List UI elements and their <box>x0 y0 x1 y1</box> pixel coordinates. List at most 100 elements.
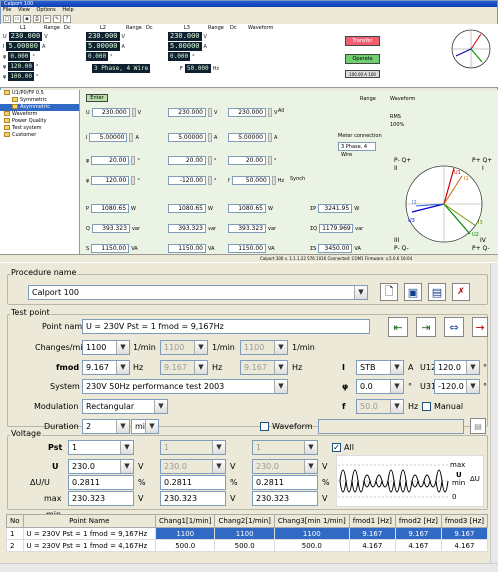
chevron-down-icon[interactable]: ▼ <box>390 380 403 393</box>
manual-checkbox[interactable] <box>422 402 431 411</box>
fmod3-select[interactable]: 9.167 ▼ <box>240 360 288 375</box>
u3-select[interactable]: 230.0 ▼ <box>252 459 318 474</box>
chevron-down-icon[interactable]: ▼ <box>154 400 167 413</box>
col-chang2[interactable]: Chang2[1/min] <box>214 514 275 528</box>
tool-icon[interactable]: ✎ <box>53 15 61 23</box>
col-fmod3[interactable]: fmod3 [Hz] <box>440 514 489 528</box>
changes1-select[interactable]: 1100 ▼ <box>82 340 130 355</box>
enter-button[interactable]: Enter <box>86 94 108 102</box>
pst3-select[interactable]: 1 ▼ <box>252 440 318 455</box>
i2-spinner[interactable] <box>208 133 212 142</box>
print-icon[interactable]: ⎙ <box>33 15 41 23</box>
chevron-down-icon[interactable]: ▼ <box>194 361 207 374</box>
new-document-icon[interactable]: 🗋 <box>380 283 398 301</box>
pst2-select[interactable]: 1 ▼ <box>160 440 226 455</box>
meter-connection-select[interactable]: 3 Phase, 4 Wire <box>338 142 376 158</box>
fmod2-select[interactable]: 9.167 ▼ <box>160 360 208 375</box>
phi2-spinner[interactable] <box>208 156 212 165</box>
chevron-down-icon[interactable]: ▼ <box>116 361 129 374</box>
phi3-spinner[interactable] <box>268 156 272 165</box>
col-fmod2[interactable]: fmod2 [Hz] <box>394 514 442 528</box>
tree-symmetric[interactable]: Symmetric <box>0 97 79 104</box>
modulation-select[interactable]: Rectangular ▼ <box>82 399 168 414</box>
tree-asymmetric[interactable]: Asymmetric <box>0 104 79 111</box>
menu-help[interactable]: Help <box>62 7 73 13</box>
col-fmod1[interactable]: fmod1 [Hz] <box>348 514 396 528</box>
current-select[interactable]: STB ▼ <box>356 360 404 375</box>
u2-spinner[interactable] <box>208 108 212 117</box>
help-icon[interactable]: ? <box>63 15 71 23</box>
chevron-down-icon[interactable]: ▼ <box>274 361 287 374</box>
u1-input[interactable]: 230.000 <box>91 108 130 117</box>
pst1-select[interactable]: 1 ▼ <box>68 440 134 455</box>
chevron-down-icon[interactable]: ▼ <box>194 341 207 354</box>
duration-select[interactable]: 2 ▼ <box>82 419 130 434</box>
chevron-down-icon[interactable]: ▼ <box>390 400 403 413</box>
cut-icon[interactable]: ✂ <box>43 15 51 23</box>
chevron-down-icon[interactable]: ▼ <box>145 420 158 433</box>
s1-input[interactable]: 1150.00 <box>91 244 130 253</box>
operate-button[interactable]: Operate <box>345 54 380 64</box>
p1-input[interactable]: 1080.65 <box>91 204 130 213</box>
chevron-down-icon[interactable]: ▼ <box>466 380 479 393</box>
phi1-input[interactable]: 20.00 <box>91 156 130 165</box>
add-point-icon[interactable]: ⇥ <box>416 317 436 337</box>
waveform-checkbox[interactable] <box>260 422 269 431</box>
chevron-down-icon[interactable]: ▼ <box>274 380 287 393</box>
menu-options[interactable]: Options <box>36 7 55 13</box>
delete-icon[interactable]: ✗ <box>452 283 470 301</box>
frequency-spinner[interactable] <box>271 176 276 185</box>
vertical-scrollbar[interactable] <box>490 263 498 563</box>
phi3-input[interactable]: 20.00 <box>228 156 266 165</box>
duration-unit-select[interactable]: min ▼ <box>131 419 159 434</box>
tree-power-quality[interactable]: Power Quality <box>0 118 79 125</box>
q3-input[interactable]: 393.323 <box>228 224 266 233</box>
chevron-down-icon[interactable]: ▼ <box>116 341 129 354</box>
chevron-down-icon[interactable]: ▼ <box>466 361 479 374</box>
point-name-input[interactable]: U = 230V Pst = 1 fmod = 9,167Hz <box>82 319 370 334</box>
phi1-spinner[interactable] <box>131 156 136 165</box>
col-no[interactable]: No <box>6 514 24 528</box>
chevron-down-icon[interactable]: ▼ <box>116 420 129 433</box>
angle1-input[interactable]: 120.00 <box>91 176 130 185</box>
system-select[interactable]: 230V 50Hz performance test 2003 ▼ <box>82 379 288 394</box>
tree-test-system[interactable]: Test system <box>0 125 79 132</box>
col-point-name[interactable]: Point Name <box>22 514 157 528</box>
angle2-spinner[interactable] <box>208 176 212 185</box>
all-checkbox[interactable]: ✓ <box>332 443 341 452</box>
angle1-spinner[interactable] <box>131 176 136 185</box>
u2-select[interactable]: 230.0 ▼ <box>160 459 226 474</box>
table-row[interactable]: 2 U = 230V Pst = 1 fmod = 4,167Hz 500.0 … <box>6 539 489 552</box>
p2-input[interactable]: 1080.65 <box>168 204 206 213</box>
table-row[interactable]: 1 U = 230V Pst = 1 fmod = 9,167Hz 1100 1… <box>6 527 489 540</box>
browse-icon[interactable]: ▤ <box>470 418 486 434</box>
i1-input[interactable]: 5.00000 <box>89 133 128 142</box>
u3-spinner[interactable] <box>268 108 272 117</box>
chevron-down-icon[interactable]: ▼ <box>304 460 317 473</box>
u31-select[interactable]: -120.0 ▼ <box>434 379 480 394</box>
menu-file[interactable]: File <box>3 7 11 13</box>
i1-spinner[interactable] <box>129 133 134 142</box>
i3-spinner[interactable] <box>268 133 272 142</box>
insert-point-icon[interactable]: ⇤ <box>388 317 408 337</box>
waveform-input[interactable] <box>318 419 464 434</box>
q2-input[interactable]: 393.323 <box>168 224 206 233</box>
transfer-button[interactable]: Transfer <box>345 36 380 46</box>
s3-input[interactable]: 1150.00 <box>228 244 266 253</box>
horizontal-scrollbar[interactable] <box>0 563 498 572</box>
tree-customer[interactable]: Customer <box>0 132 79 139</box>
chevron-down-icon[interactable]: ▼ <box>304 441 317 454</box>
u2-input[interactable]: 230.000 <box>168 108 206 117</box>
menu-view[interactable]: View <box>18 7 30 13</box>
fmod1-select[interactable]: 9.167 ▼ <box>82 360 130 375</box>
chevron-down-icon[interactable]: ▼ <box>212 460 225 473</box>
move-point-icon[interactable]: ⇔ <box>444 317 464 337</box>
chevron-down-icon[interactable]: ▼ <box>354 286 367 299</box>
changes2-select[interactable]: 1100 ▼ <box>160 340 208 355</box>
chevron-down-icon[interactable]: ▼ <box>390 361 403 374</box>
phi-select[interactable]: 0.0 ▼ <box>356 379 404 394</box>
chevron-down-icon[interactable]: ▼ <box>120 441 133 454</box>
u3-input[interactable]: 230.000 <box>228 108 266 117</box>
s2-input[interactable]: 1150.00 <box>168 244 206 253</box>
new-icon[interactable]: □ <box>3 15 11 23</box>
